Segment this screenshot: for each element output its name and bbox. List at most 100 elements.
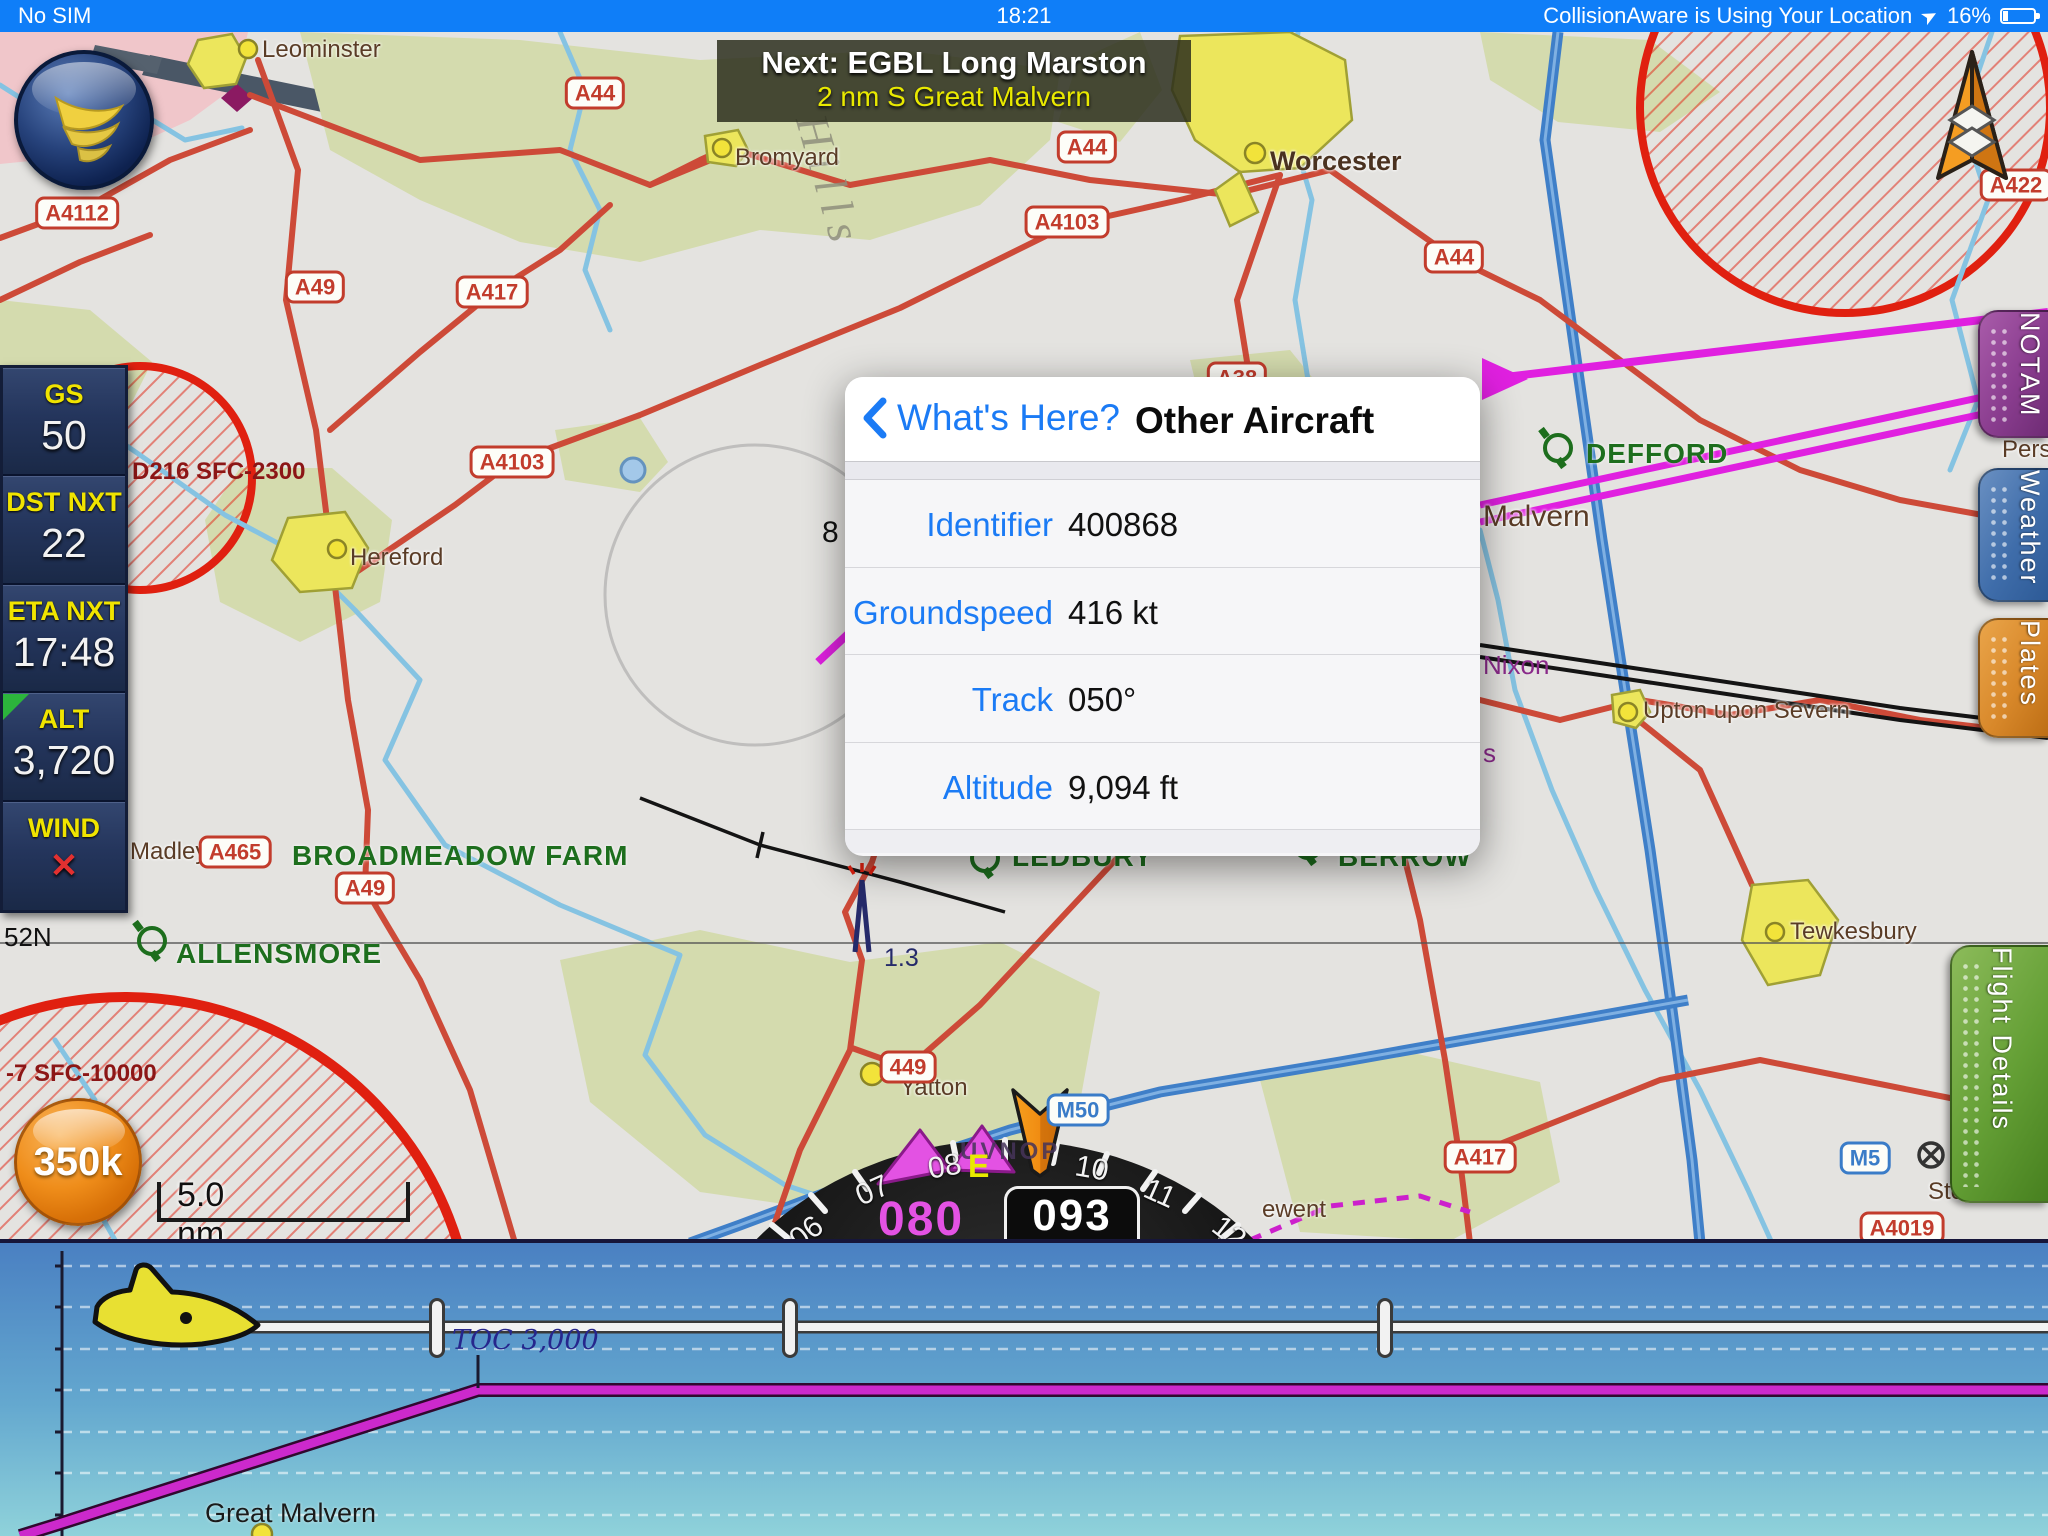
row-label: Altitude	[943, 769, 1053, 807]
row-label: Groundspeed	[853, 594, 1053, 632]
road-badge-a417-3: A417	[1444, 1141, 1517, 1174]
road-badge-a4112: A4112	[35, 197, 119, 230]
compass-east-label: E	[968, 1148, 989, 1185]
tab-grip-texture	[1988, 484, 2010, 586]
flight-cell-dst-nxt[interactable]: DST NXT 22	[3, 476, 125, 584]
road-badge-a49-2: A49	[335, 872, 395, 905]
next-waypoint-line2: 2 nm S Great Malvern	[717, 81, 1191, 113]
town-label-malvern: Malvern	[1483, 500, 1590, 534]
flight-cell-value: 17:48	[3, 627, 125, 676]
popup-row-groundspeed: Groundspeed 416 kt	[845, 568, 1480, 656]
obstacle-height-label: 1.3	[884, 944, 919, 973]
label-nixon: Nixon	[1483, 650, 1549, 681]
label-s-fragment: s	[1483, 738, 1496, 769]
road-badge-a4103-2: A4103	[470, 446, 555, 479]
popup-title: Other Aircraft	[1135, 400, 1374, 442]
row-label: Identifier	[926, 506, 1053, 544]
row-value: 9,094 ft	[1068, 769, 1178, 807]
row-value: 050°	[1068, 681, 1136, 719]
tab-grip-texture	[1960, 961, 1982, 1187]
top-of-climb-label: TOC 3,000	[452, 1325, 599, 1356]
back-button-label: What's Here?	[897, 397, 1120, 439]
latitude-label: 52N	[4, 922, 52, 953]
compass-tick-08: 08	[925, 1147, 964, 1186]
clock-label: 18:21	[996, 3, 1051, 29]
wing-logo-icon	[18, 54, 150, 186]
location-arrow-icon: ➤	[1916, 1, 1943, 31]
battery-icon	[2000, 8, 2036, 24]
tap-point	[621, 458, 645, 482]
altitude-profile-panel[interactable]	[0, 1239, 2048, 1536]
flight-cell-label: WIND	[3, 803, 125, 844]
road-badge-m50: M50	[1047, 1094, 1110, 1127]
flight-cell-alt[interactable]: ALT 3,720	[3, 693, 125, 801]
chart-scale-button[interactable]: 350k	[14, 1098, 142, 1226]
label-ewent: ewent	[1262, 1196, 1326, 1224]
compass-tick-10: 10	[1072, 1149, 1111, 1188]
flight-cell-wind[interactable]: WIND ✕	[3, 802, 125, 910]
popup-row-track: Track 050°	[845, 655, 1480, 743]
town-label-tewkesbury: Tewkesbury	[1790, 918, 1917, 946]
flight-cell-gs[interactable]: GS 50	[3, 368, 125, 476]
back-chevron-icon	[861, 397, 887, 439]
wind-unavailable-icon: ✕	[3, 844, 125, 886]
carrier-label: No SIM	[18, 3, 91, 29]
popup-footer	[845, 830, 1480, 853]
flight-cell-value: 22	[3, 518, 125, 567]
compass-heading-box: 093	[1004, 1186, 1140, 1243]
tab-flight-details[interactable]: Flight Details	[1950, 945, 2048, 1203]
tab-plates[interactable]: Plates	[1978, 618, 2048, 738]
app-logo-button[interactable]	[14, 50, 154, 190]
tab-label: Plates	[2014, 620, 2045, 736]
town-label-madley: Madley	[130, 838, 207, 866]
tab-notam[interactable]: NOTAM	[1978, 310, 2048, 438]
waypoint-broadmeadow-farm: BROADMEADOW FARM	[292, 840, 628, 872]
flight-cell-eta-nxt[interactable]: ETA NXT 17:48	[3, 585, 125, 693]
popup-scroll-strip	[845, 462, 1480, 480]
flight-cell-value: 3,720	[3, 735, 125, 784]
flight-data-panel[interactable]: GS 50 DST NXT 22 ETA NXT 17:48 ALT 3,720…	[0, 365, 128, 913]
waypoint-allensmore: ALLENSMORE	[176, 938, 382, 970]
flight-cell-label: ETA NXT	[3, 586, 125, 627]
north-arrow-button[interactable]	[1920, 44, 2016, 184]
tab-grip-texture	[1988, 326, 2010, 422]
aircraft-icon	[95, 1265, 258, 1345]
road-badge-a465: A465	[199, 836, 272, 869]
next-waypoint-banner[interactable]: Next: EGBL Long Marston 2 nm S Great Mal…	[717, 40, 1191, 122]
flight-cell-label: GS	[3, 369, 125, 410]
town-label-hereford: Hereford	[350, 544, 443, 572]
town-label-upton: Upton upon Severn	[1643, 697, 1850, 725]
road-badge-a44-1: A44	[565, 77, 625, 110]
waypoint-defford: DEFFORD	[1586, 438, 1728, 470]
status-bar: No SIM 18:21 CollisionAware is Using You…	[0, 0, 2048, 32]
tab-weather[interactable]: Weather	[1978, 468, 2048, 602]
popup-row-altitude: Altitude 9,094 ft	[845, 743, 1480, 831]
flight-cell-label: DST NXT	[3, 477, 125, 518]
flight-cell-value: 50	[3, 410, 125, 459]
row-label: Track	[972, 681, 1053, 719]
tab-label: Flight Details	[1986, 947, 2017, 1201]
airspace-label-d216: D216 SFC-2300	[132, 458, 305, 486]
road-badge-a44-3: A44	[1424, 241, 1484, 274]
app-screen: Leominster Bromyard Worcester Hereford M…	[0, 0, 2048, 1536]
row-value: 400868	[1068, 506, 1178, 544]
label-pers: Pers	[2002, 436, 2048, 464]
profile-waypoint-label: Great Malvern	[205, 1498, 376, 1529]
road-badge-449: 449	[880, 1051, 937, 1084]
town-label-worcester: Worcester	[1270, 146, 1402, 177]
back-button[interactable]: What's Here?	[861, 397, 1120, 439]
alt-ok-corner-icon	[3, 694, 29, 720]
town-label-leominster: Leominster	[262, 36, 381, 64]
popup-row-identifier: Identifier 400868	[845, 480, 1480, 568]
label-eight: 8	[822, 516, 839, 550]
tab-grip-texture	[1988, 634, 2010, 722]
next-waypoint-line1: Next: EGBL Long Marston	[717, 45, 1191, 81]
road-badge-a417-1: A417	[456, 276, 529, 309]
popup-header: What's Here? Other Aircraft	[845, 377, 1480, 462]
location-usage-label: CollisionAware is Using Your Location	[1543, 3, 1912, 29]
airspace-label-sfc10000: -7 SFC-10000	[6, 1060, 157, 1088]
road-badge-a49-1: A49	[285, 271, 345, 304]
whats-here-popup: What's Here? Other Aircraft Identifier 4…	[845, 377, 1480, 856]
road-badge-m5: M5	[1840, 1142, 1891, 1175]
town-label-bromyard: Bromyard	[735, 144, 839, 172]
